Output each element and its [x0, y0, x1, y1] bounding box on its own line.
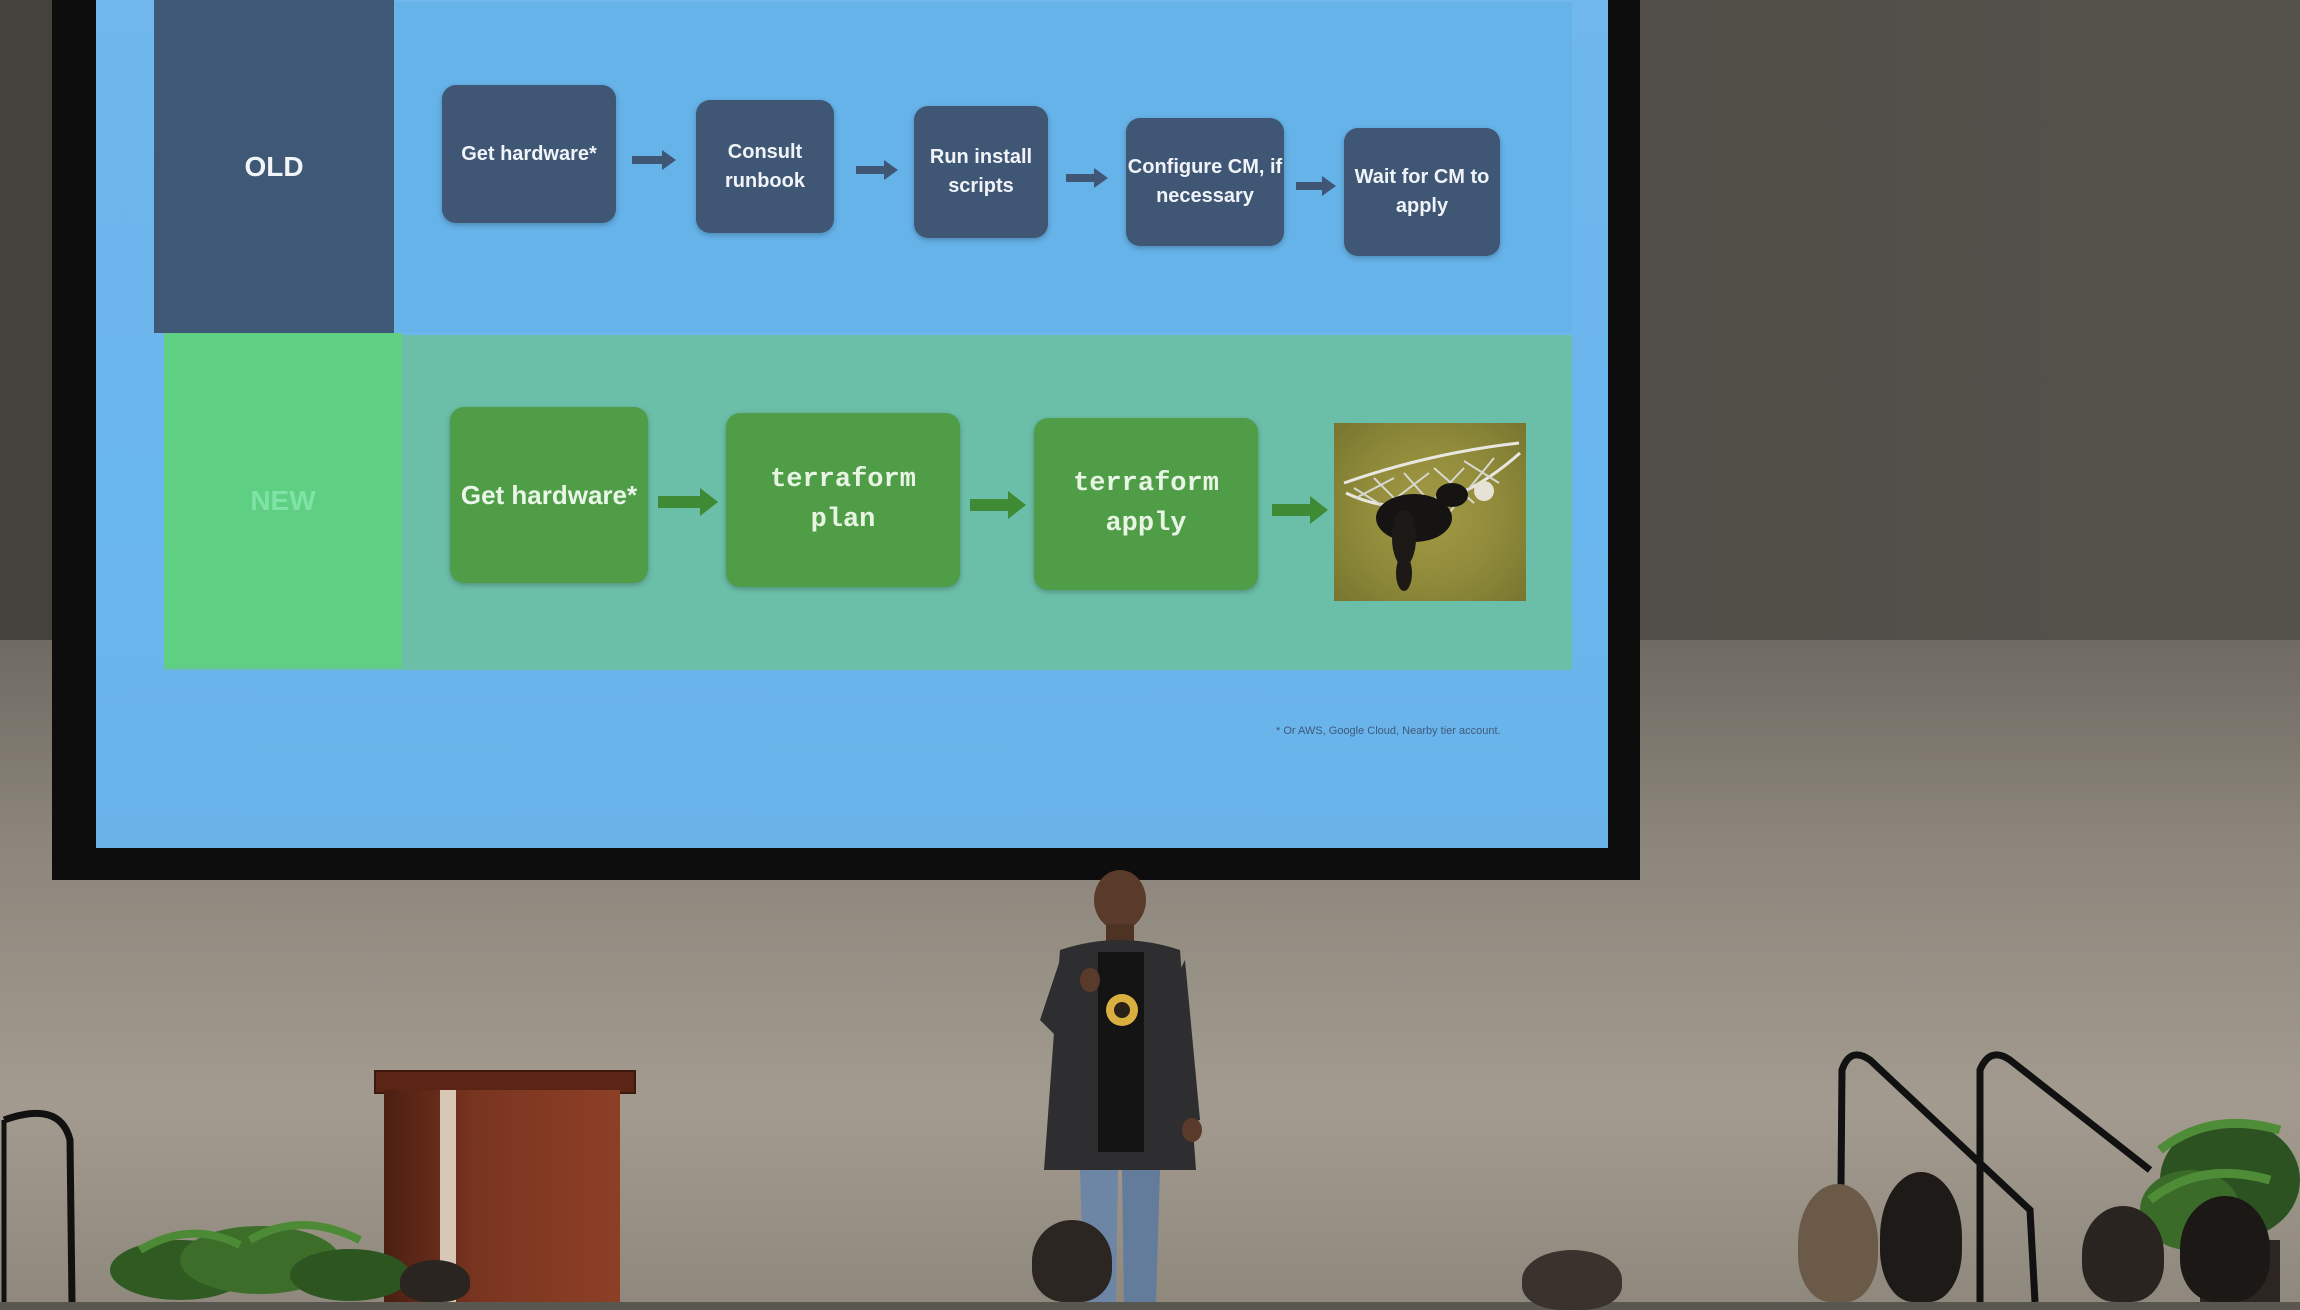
- new-step-terraform-apply: terraform apply: [1034, 418, 1258, 590]
- audience-head-icon: [1880, 1172, 1962, 1302]
- new-step-3-line1: terraform: [1073, 468, 1219, 499]
- old-step-4-line1: Configure CM, if: [1127, 156, 1283, 178]
- new-row-label: NEW: [164, 333, 402, 668]
- old-step-3-line2: scripts: [948, 175, 1014, 197]
- left-handrail-icon: [0, 1100, 90, 1303]
- old-step-2-line2: runbook: [725, 169, 805, 192]
- old-step-3-line1: Run install: [929, 146, 1033, 168]
- slide-footnote: * Or AWS, Google Cloud, Nearby tier acco…: [1276, 725, 1501, 737]
- new-step-3-line2: apply: [1105, 509, 1187, 539]
- audience-head-icon: [1522, 1250, 1622, 1310]
- old-step-1-line1: Get hardware*: [461, 142, 597, 165]
- audience-head-icon: [1032, 1220, 1112, 1302]
- audience-head-icon: [1798, 1184, 1878, 1302]
- old-step-run-install-scripts: Run install scripts: [914, 106, 1048, 238]
- left-plant-icon: [100, 1210, 420, 1302]
- audience-head-icon: [2082, 1206, 2164, 1302]
- old-step-configure-cm: Configure CM, if necessary: [1126, 118, 1284, 246]
- new-step-terraform-plan: terraform plan: [726, 413, 960, 587]
- new-step-2-line2: plan: [810, 505, 876, 535]
- hammock-dog-photo-icon: [1334, 423, 1526, 601]
- old-step-4-line2: necessary: [1156, 185, 1254, 207]
- new-label-text: NEW: [250, 484, 316, 516]
- old-row-label: OLD: [154, 0, 394, 333]
- old-step-2-line1: Consult: [727, 140, 803, 163]
- new-step-get-hardware: Get hardware*: [450, 407, 648, 583]
- old-step-consult-runbook: Consult runbook: [696, 100, 834, 233]
- old-step-get-hardware: Get hardware*: [442, 85, 616, 223]
- new-step-2-line1: terraform: [770, 464, 916, 495]
- old-step-5-line2: apply: [1395, 195, 1449, 217]
- projection-screen-slide: OLD NEW Get hardware* Consult runbook Run…: [96, 0, 1608, 848]
- old-label-text: OLD: [244, 150, 304, 182]
- new-step-1-line1: Get hardware*: [460, 479, 638, 510]
- audience-head-icon: [2180, 1196, 2270, 1302]
- audience-head-icon: [400, 1260, 470, 1302]
- old-step-wait-for-cm: Wait for CM to apply: [1344, 128, 1500, 256]
- old-step-5-line1: Wait for CM to: [1354, 166, 1490, 188]
